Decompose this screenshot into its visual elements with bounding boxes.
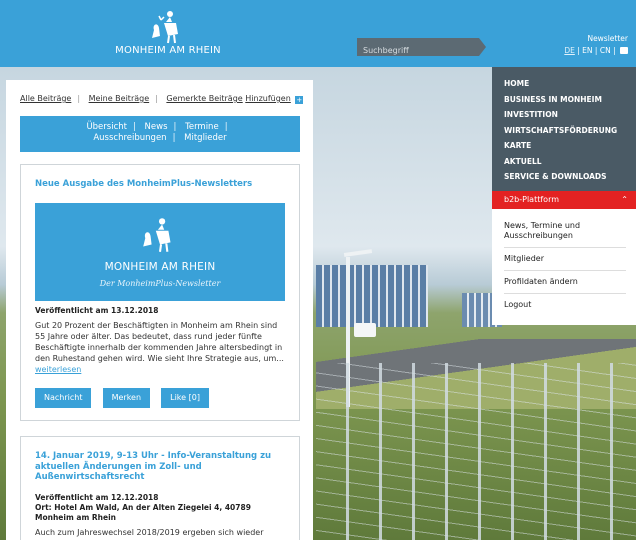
post-card: Neue Ausgabe des MonheimPlus-Newsletters…	[20, 164, 300, 421]
nav-economic-development[interactable]: WIRTSCHAFTSFÖRDERUNG	[504, 123, 624, 139]
post-actions: Nachricht Merken Like [0]	[35, 385, 215, 408]
lang-cn[interactable]: CN	[600, 46, 611, 55]
tab-my-posts[interactable]: Meine Beiträge	[89, 94, 150, 103]
lang-en[interactable]: EN	[582, 46, 592, 55]
nav-service-downloads[interactable]: SERVICE & DOWNLOADS	[504, 169, 624, 185]
subnav-news[interactable]: News	[145, 122, 168, 132]
site-logo[interactable]: MONHEIM AM RHEIN	[110, 10, 226, 56]
subnav-members[interactable]: Mitglieder	[184, 133, 227, 143]
post-date: Veröffentlicht am 12.12.2018	[35, 492, 159, 502]
post-excerpt: Auch zum Jahreswechsel 2018/2019 ergeben…	[35, 527, 264, 537]
post-location: Ort: Hotel Am Wald, An der Alten Ziegele…	[35, 502, 251, 522]
plus-icon[interactable]: +	[295, 96, 304, 104]
site-header: MONHEIM AM RHEIN Newsletter DE | EN | CN…	[0, 0, 636, 67]
like-button[interactable]: Like [0]	[161, 388, 209, 408]
b2b-menu: News, Termine und Ausschreibungen Mitgli…	[492, 209, 636, 325]
b2b-item-logout[interactable]: Logout	[504, 300, 626, 316]
post-filter-tabs: Alle Beiträge | Meine Beiträge | Gemerkte …	[20, 94, 304, 104]
newsletter-image: MONHEIM AM RHEIN Der MonheimPlus-Newslet…	[35, 202, 285, 301]
nav-current[interactable]: AKTUELL	[504, 154, 624, 170]
search-input[interactable]	[357, 41, 467, 60]
goose-liesel-icon	[152, 11, 178, 44]
image-subtitle: Der MonheimPlus-Newsletter	[99, 278, 221, 288]
post-date: Veröffentlicht am 13.12.2018	[35, 305, 159, 315]
logo-text: MONHEIM AM RHEIN	[115, 45, 221, 56]
main-navigation: HOME BUSINESS IN MONHEIM INVESTITION WIR…	[492, 67, 636, 191]
chevron-up-icon: ⌃	[621, 195, 628, 204]
nav-home[interactable]: HOME	[504, 76, 624, 92]
lang-de[interactable]: DE	[564, 46, 575, 55]
newsletter-link[interactable]: Newsletter	[564, 34, 628, 43]
image-logo-text: MONHEIM AM RHEIN	[104, 260, 216, 273]
print-icon[interactable]	[620, 47, 628, 54]
add-post-link[interactable]: Hinzufügen	[245, 94, 291, 103]
b2b-item-news[interactable]: News, Termine und Ausschreibungen	[504, 221, 626, 248]
sub-navigation: Übersicht | News | Termine | Ausschreibunge…	[20, 116, 300, 152]
bookmark-button[interactable]: Merken	[102, 388, 151, 408]
nav-map[interactable]: KARTE	[504, 138, 624, 154]
b2b-item-members[interactable]: Mitglieder	[504, 254, 626, 271]
railing	[316, 363, 636, 540]
content-panel: Alle Beiträge | Meine Beiträge | Gemerkte …	[6, 80, 313, 540]
goose-liesel-icon	[143, 217, 171, 252]
language-switcher: DE | EN | CN |	[564, 46, 628, 55]
subnav-events[interactable]: Termine	[185, 122, 219, 132]
header-utilities: Newsletter DE | EN | CN |	[564, 34, 628, 55]
b2b-label: b2b-Plattform	[504, 195, 560, 204]
search-box[interactable]	[357, 38, 486, 60]
nav-business[interactable]: BUSINESS IN MONHEIM	[504, 92, 624, 108]
post-title[interactable]: Neue Ausgabe des MonheimPlus-Newsletters	[21, 165, 299, 190]
b2b-item-profile[interactable]: Profildaten ändern	[504, 277, 626, 294]
subnav-overview[interactable]: Übersicht	[86, 122, 127, 132]
subnav-tenders[interactable]: Ausschreibungen	[93, 133, 166, 143]
post-card: 14. Januar 2019, 9-13 Uhr - Info-Veranst…	[20, 436, 300, 540]
post-excerpt: Gut 20 Prozent der Beschäftigten in Monh…	[35, 320, 284, 374]
tab-all-posts[interactable]: Alle Beiträge	[20, 94, 71, 103]
b2b-platform-toggle[interactable]: b2b-Plattform ⌃	[492, 191, 636, 209]
message-button[interactable]: Nachricht	[35, 388, 92, 408]
nav-investment[interactable]: INVESTITION	[504, 107, 624, 123]
post-title[interactable]: 14. Januar 2019, 9-13 Uhr - Info-Veranst…	[21, 437, 299, 483]
tab-saved-posts[interactable]: Gemerkte Beiträge	[166, 94, 242, 103]
read-more-link[interactable]: weiterlesen	[35, 365, 81, 374]
office-building	[316, 265, 428, 327]
van	[354, 323, 376, 337]
